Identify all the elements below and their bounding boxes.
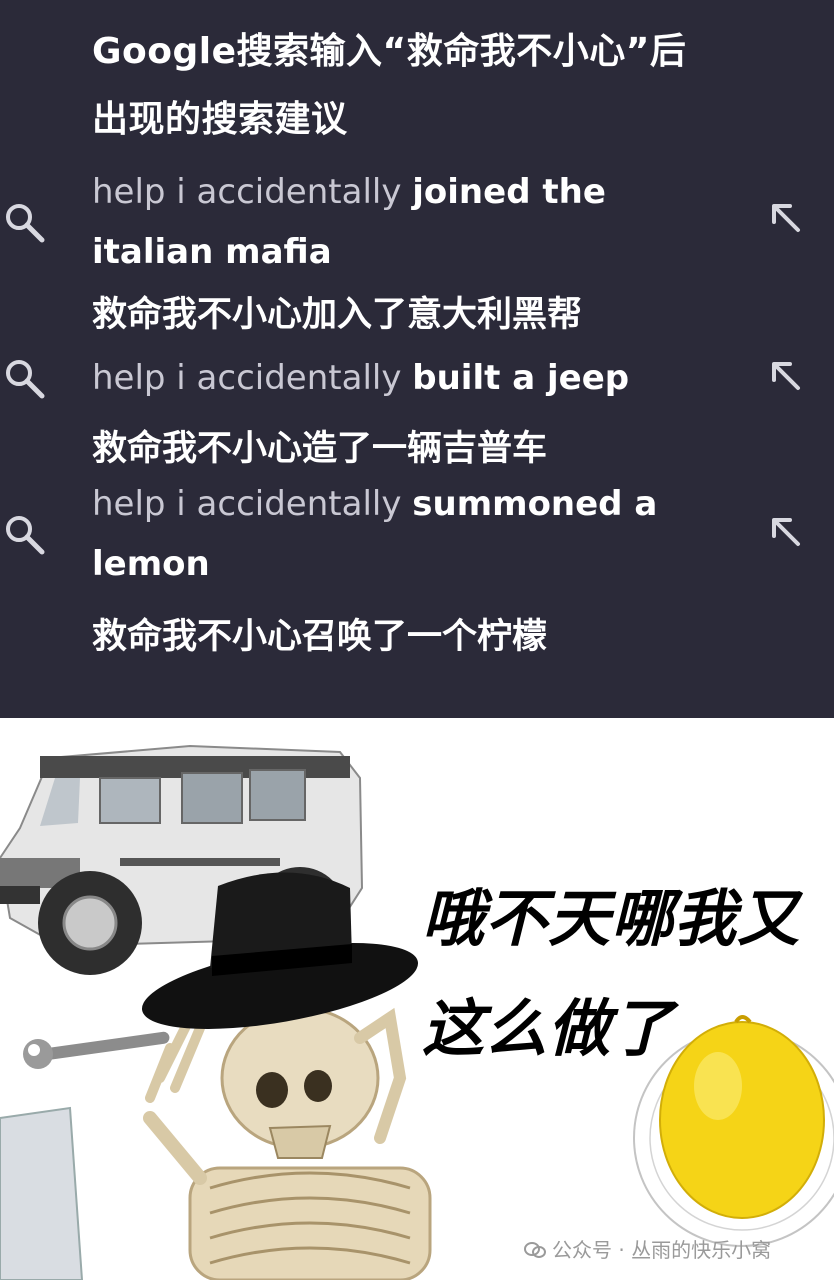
watermark: 公众号 · 丛雨的快乐小窝 — [524, 1234, 771, 1263]
skeleton-illustration — [143, 1006, 432, 1280]
search-icon — [6, 360, 45, 399]
suggestion-translation: 救命我不小心造了一辆吉普车 — [92, 429, 548, 469]
query-prefix: help i accidentally — [92, 484, 413, 524]
meme-caption-line-2: 这么做了 — [422, 992, 675, 1065]
search-suggestions-panel: Google搜索输入“救命我不小心”后 出现的搜索建议 help i accid… — [0, 0, 834, 718]
meme-illustration — [0, 744, 834, 1280]
query-completion: built a jeep — [412, 358, 630, 398]
laptop-illustration — [0, 1106, 84, 1280]
arrow-up-left-icon[interactable] — [768, 358, 806, 396]
page-title-line-2: 出现的搜索建议 — [92, 99, 348, 140]
search-icon — [6, 516, 45, 555]
arrow-up-left-icon[interactable] — [768, 514, 806, 552]
suggestion-text: help i accidentally joined the italian m… — [92, 162, 732, 282]
watermark-text: 公众号 · 丛雨的快乐小窝 — [552, 1238, 772, 1262]
suggestion-translation: 救命我不小心召唤了一个柠檬 — [92, 617, 548, 657]
search-icon — [6, 204, 45, 243]
suggestion-text: help i accidentally summoned a lemon — [92, 474, 732, 594]
suggestion-text: help i accidentally built a jeep — [92, 348, 732, 408]
meme-caption-line-1: 哦不天哪我又 — [422, 882, 801, 955]
suggestion-translation: 救命我不小心加入了意大利黑帮 — [92, 295, 583, 335]
wrench-illustration — [23, 1031, 170, 1069]
page-title-line-1: Google搜索输入“救命我不小心”后 — [92, 31, 687, 72]
query-prefix: help i accidentally — [92, 172, 413, 212]
wechat-icon — [524, 1240, 546, 1258]
arrow-up-left-icon[interactable] — [768, 200, 806, 238]
meme-image: 哦不天哪我又 这么做了 — [0, 718, 834, 1280]
query-prefix: help i accidentally — [92, 358, 413, 398]
